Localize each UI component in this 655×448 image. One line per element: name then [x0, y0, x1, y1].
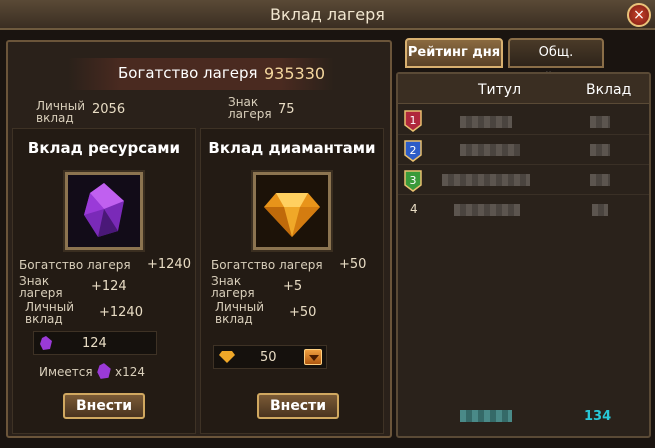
diamonds-personal-label: Личный вклад [215, 300, 265, 326]
window-titlebar: Вклад лагеря × [0, 0, 655, 30]
purple-crystal-small-icon [40, 336, 52, 350]
wealth-value: 935330 [264, 64, 326, 83]
badge-value: 75 [278, 102, 295, 117]
rank-4: 4 [410, 202, 418, 216]
diamonds-contribute-button[interactable]: Внести [257, 393, 339, 419]
resources-badge-bonus: +124 [91, 279, 127, 294]
contribution-columns: Вклад ресурсами Богатство лагеря +1240 З… [12, 128, 386, 434]
wealth-label: Богатство лагеря [118, 64, 258, 82]
diamonds-wealth-label: Богатство лагеря [211, 258, 323, 272]
ranking-panel: Титул Вклад 1 2 3 4 134 [396, 72, 651, 438]
diamonds-quantity-select[interactable]: 50 [213, 345, 327, 369]
resources-wealth-bonus: +1240 [147, 257, 191, 272]
col-contribution-header: Вклад [586, 82, 632, 98]
my-name [460, 410, 512, 422]
rank-3-badge-icon: 3 [404, 170, 422, 192]
ranking-header: Титул Вклад [398, 74, 649, 104]
close-icon[interactable]: × [627, 3, 651, 27]
chevron-down-icon[interactable] [304, 349, 322, 365]
resources-quantity-field[interactable]: 124 [33, 331, 157, 355]
resources-personal-label: Личный вклад [25, 300, 75, 326]
window-title: Вклад лагеря [270, 5, 385, 24]
personal-value: 2056 [92, 102, 126, 117]
diamonds-badge-bonus: +5 [283, 279, 303, 294]
resources-personal-bonus: +1240 [99, 305, 143, 320]
contribution-row-1 [590, 116, 610, 128]
rank-1-badge-icon: 1 [404, 110, 422, 132]
rank-2-badge-icon: 2 [404, 140, 422, 162]
player-name-row-4 [454, 204, 520, 216]
diamonds-column: Вклад диамантами Богатство лагеря +50 Зн… [200, 128, 384, 434]
purple-crystal-have-icon [97, 363, 111, 379]
tab-total-rating[interactable]: Общ. рейтинг [508, 38, 604, 86]
badge-label: Знак лагеря [228, 95, 272, 121]
player-name-row-1 [460, 116, 512, 128]
contribution-row-4 [592, 204, 608, 216]
contribution-row-2 [590, 144, 610, 156]
resources-have-value: x124 [115, 365, 146, 379]
col-title-header: Титул [478, 82, 522, 98]
svg-text:1: 1 [410, 114, 417, 127]
personal-label: Личный вклад [36, 99, 86, 125]
resources-quantity: 124 [82, 336, 107, 351]
resources-have-label: Имеется [39, 365, 93, 379]
svg-text:3: 3 [410, 174, 417, 187]
my-contribution: 134 [584, 409, 612, 424]
resources-badge-label: Знак лагеря [19, 274, 63, 300]
contribution-row-3 [590, 174, 610, 186]
resources-title: Вклад ресурсами [27, 139, 181, 157]
resources-column: Вклад ресурсами Богатство лагеря +1240 З… [12, 128, 196, 434]
diamonds-badge-label: Знак лагеря [211, 274, 255, 300]
resources-wealth-label: Богатство лагеря [19, 258, 131, 272]
orange-diamond-small-icon [219, 351, 235, 363]
orange-diamond-icon [253, 172, 331, 250]
player-name-row-2 [460, 144, 520, 156]
purple-crystal-icon [65, 172, 143, 250]
svg-text:2: 2 [410, 144, 417, 157]
diamonds-title: Вклад диамантами [208, 139, 376, 157]
contribution-panel: Богатство лагеря 935330 Личный вклад 2056… [6, 40, 392, 438]
resources-contribute-button[interactable]: Внести [63, 393, 145, 419]
tab-daily-rating[interactable]: Рейтинг дня [405, 38, 503, 68]
diamonds-quantity: 50 [260, 350, 277, 365]
diamonds-wealth-bonus: +50 [339, 257, 367, 272]
diamonds-personal-bonus: +50 [289, 305, 317, 320]
player-name-row-3 [442, 174, 530, 186]
